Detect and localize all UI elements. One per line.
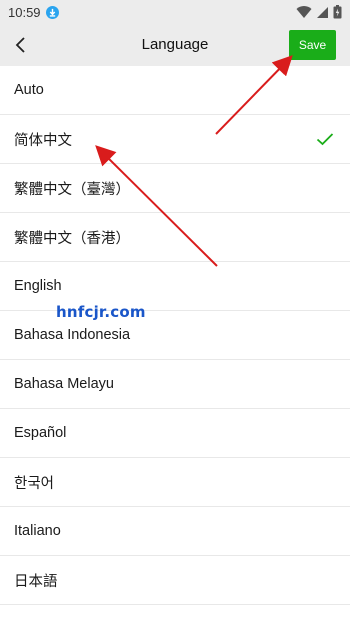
language-label: Español <box>14 425 67 441</box>
status-bar: 10:59 <box>0 0 350 24</box>
language-option-japanese[interactable]: 日本語 <box>0 556 350 605</box>
language-label: 繁體中文（香港） <box>14 230 130 247</box>
language-option-simplified-chinese[interactable]: 简体中文 <box>0 115 350 164</box>
language-option-bahasa-indonesia[interactable]: Bahasa Indonesia <box>0 311 350 360</box>
language-option-traditional-chinese-hongkong[interactable]: 繁體中文（香港） <box>0 213 350 262</box>
status-icons <box>296 5 342 19</box>
language-label: Auto <box>14 82 44 98</box>
language-list: Auto 简体中文 繁體中文（臺灣） 繁體中文（香港） English Baha… <box>0 66 350 605</box>
language-label: 한국어 <box>14 475 55 492</box>
navigation-bar: Language Save <box>0 24 350 66</box>
language-option-korean[interactable]: 한국어 <box>0 458 350 507</box>
watermark-text: hnfcjr.com <box>56 303 146 321</box>
save-button[interactable]: Save <box>289 30 336 60</box>
language-label: English <box>14 278 62 294</box>
language-option-espanol[interactable]: Español <box>0 409 350 458</box>
language-option-auto[interactable]: Auto <box>0 66 350 115</box>
battery-charging-icon <box>333 5 342 19</box>
language-label: 繁體中文（臺灣） <box>14 181 130 198</box>
language-option-italiano[interactable]: Italiano <box>0 507 350 556</box>
download-icon <box>45 5 59 19</box>
language-label: 简体中文 <box>14 132 72 149</box>
language-option-bahasa-melayu[interactable]: Bahasa Melayu <box>0 360 350 409</box>
language-option-traditional-chinese-taiwan[interactable]: 繁體中文（臺灣） <box>0 164 350 213</box>
language-option-english[interactable]: English <box>0 262 350 311</box>
status-time: 10:59 <box>8 4 41 20</box>
language-label: Bahasa Melayu <box>14 376 114 392</box>
language-label: Bahasa Indonesia <box>14 327 131 343</box>
wifi-icon <box>296 5 312 18</box>
language-label: Italiano <box>14 523 61 539</box>
checkmark-icon <box>316 133 334 146</box>
signal-icon <box>317 6 328 18</box>
language-label: 日本語 <box>14 573 58 590</box>
